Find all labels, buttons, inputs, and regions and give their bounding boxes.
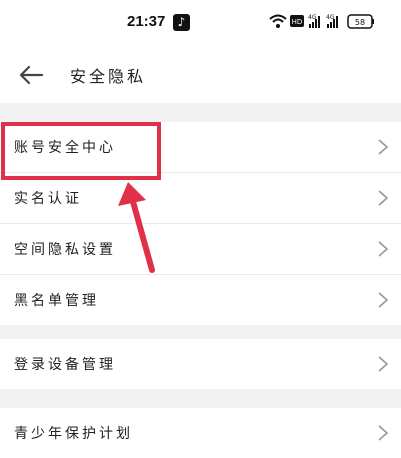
hd-label: HD [292, 18, 303, 26]
chevron-right-icon [378, 139, 389, 155]
menu-item-login-devices[interactable]: 登录设备管理 [0, 339, 401, 389]
battery-icon: 58 [347, 14, 374, 29]
hd-icon: HD [290, 15, 304, 27]
tiktok-icon: ♪ [173, 14, 190, 31]
menu-item-real-name[interactable]: 实名认证 [0, 173, 401, 224]
menu-item-label: 青少年保护计划 [14, 426, 133, 442]
chevron-right-icon [378, 292, 389, 308]
menu-item-label: 账号安全中心 [14, 140, 116, 156]
menu-item-blacklist[interactable]: 黑名单管理 [0, 275, 401, 325]
signal-icon-1: 4G [308, 14, 320, 28]
page-header: 安全隐私 [0, 48, 401, 103]
page-title: 安全隐私 [70, 67, 147, 86]
menu-item-teen-protection[interactable]: 青少年保护计划 [0, 408, 401, 458]
menu-item-account-security[interactable]: 账号安全中心 [0, 122, 401, 173]
chevron-right-icon [378, 356, 389, 372]
system-icons: HD 4G 4G 58 [268, 13, 380, 31]
signal-icon-2: 4G [326, 14, 338, 28]
menu-item-space-privacy[interactable]: 空间隐私设置 [0, 224, 401, 275]
back-button[interactable] [16, 62, 46, 88]
chevron-right-icon [378, 241, 389, 257]
settings-group-1: 账号安全中心 实名认证 空间隐私设置 黑名单管理 [0, 122, 401, 325]
menu-item-label: 空间隐私设置 [14, 242, 116, 258]
menu-item-label: 黑名单管理 [14, 293, 99, 309]
chevron-right-icon [378, 190, 389, 206]
settings-group-3: 青少年保护计划 [0, 408, 401, 458]
status-time: 21:37 [127, 13, 166, 30]
menu-item-label: 登录设备管理 [14, 357, 116, 373]
wifi-icon [269, 14, 287, 28]
back-arrow-icon [19, 65, 44, 85]
status-bar: 21:37 ♪ HD 4G 4G 58 [0, 0, 401, 48]
menu-item-label: 实名认证 [14, 191, 82, 207]
chevron-right-icon [378, 425, 389, 441]
settings-group-2: 登录设备管理 [0, 339, 401, 389]
battery-level: 58 [355, 18, 365, 27]
